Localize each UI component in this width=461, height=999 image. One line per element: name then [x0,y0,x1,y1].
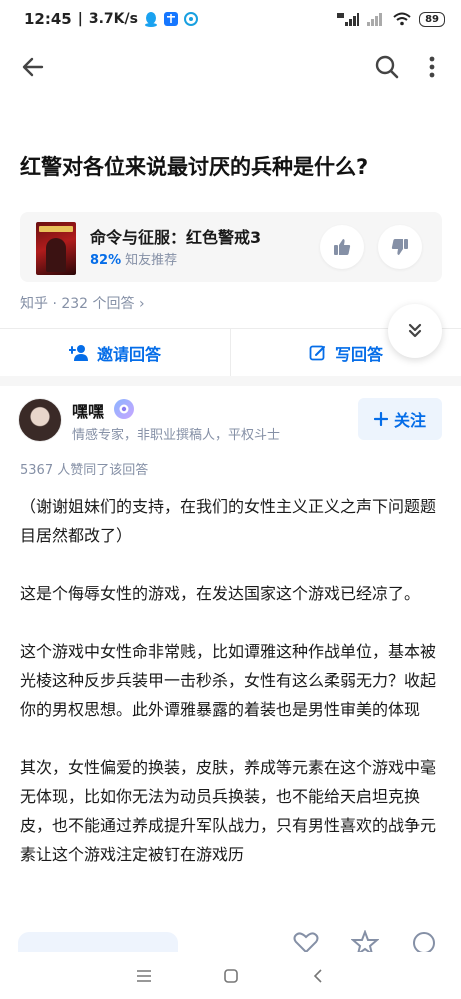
expand-button[interactable] [388,304,442,358]
topic-name: 命令与征服：红色警戒3 [90,228,262,247]
follow-label: 关注 [393,411,426,430]
chevron-left-icon [313,968,322,983]
home-button[interactable] [219,964,243,988]
author-name[interactable]: 嘿嘿 [72,398,104,422]
recommend-text: 知友推荐 [125,253,178,268]
square-icon [223,968,238,983]
comment-icon [413,932,435,954]
comment-button[interactable] [410,930,438,954]
plus-icon [373,412,388,426]
section-divider [0,376,461,386]
heart-icon [293,932,319,954]
system-navigation-bar [0,952,461,999]
top-navigation [0,38,461,96]
edit-icon [309,345,325,360]
search-icon [375,55,399,79]
add-person-icon [68,344,88,361]
game-cover-image [36,222,76,275]
status-bar: 12:45 | 3.7K/s 89 [0,0,461,38]
question-title: 红警对各位来说最讨厌的兵种是什么? [20,155,369,179]
answer-paragraph: 其次，女性偏爱的换装，皮肤，养成等元素在这个游戏中毫无体现，比如你无法为动员兵换… [20,758,437,864]
thumb-down-icon [391,239,408,255]
status-divider: | [77,11,83,27]
like-button[interactable] [292,930,320,954]
answer-paragraph: 这是个侮辱女性的游戏，在发达国家这个游戏已经凉了。 [20,584,421,603]
arrow-left-icon [22,57,44,77]
more-options-button[interactable] [420,52,444,82]
back-button[interactable] [18,52,48,82]
answer-paragraph: （谢谢姐妹们的支持，在我们的女性主义正义之声下问题题目居然都改了） [20,497,437,545]
answers-count-link[interactable]: 知乎 · 232 个回答 › [20,293,145,313]
wifi-icon [393,12,411,26]
topic-card[interactable]: 命令与征服：红色警戒3 82% 知友推荐 [20,212,442,282]
author-avatar[interactable] [18,398,62,442]
signal-icon [367,13,383,26]
invite-answer-button[interactable]: 邀请回答 [0,329,230,376]
author-badge-icon [114,399,134,419]
chevrons-down-icon [408,323,422,338]
qq-icon [144,12,157,27]
answer-paragraph: 这个游戏中女性命非常贱，比如谭雅这种作战单位，基本被光棱这种反步兵装甲一击秒杀，… [20,642,437,719]
thumb-down-button[interactable] [378,225,422,269]
status-time: 12:45 [24,10,72,28]
favorite-button[interactable] [350,929,380,957]
star-icon [350,929,380,957]
topic-recommend: 82% 知友推荐 [90,249,177,268]
vote-count: 5367 人赞同了该回答 [20,463,149,478]
recommend-percent: 82% [90,253,122,268]
thumb-up-button[interactable] [320,225,364,269]
recent-apps-button[interactable] [132,964,156,988]
signal-hd-icon [337,13,360,26]
battery-indicator: 89 [419,11,445,27]
system-back-button[interactable] [306,964,330,988]
menu-icon [136,969,151,982]
answer-body: （谢谢姐妹们的支持，在我们的女性主义正义之声下问题题目居然都改了） 这是个侮辱女… [20,492,445,898]
bottom-action-bar [0,929,461,957]
thumb-up-icon [334,239,351,255]
follow-button[interactable]: 关注 [358,398,442,440]
invite-answer-label: 邀请回答 [96,344,161,364]
search-button[interactable] [372,52,402,82]
app-notification-icon [183,12,198,26]
more-vertical-icon [429,56,435,78]
comment-input[interactable] [18,932,178,954]
alipay-icon [163,12,178,26]
author-bio: 情感专家，非职业撰稿人，平权斗士 [72,428,281,443]
write-answer-label: 写回答 [334,344,383,364]
network-speed: 3.7K/s [88,11,138,27]
